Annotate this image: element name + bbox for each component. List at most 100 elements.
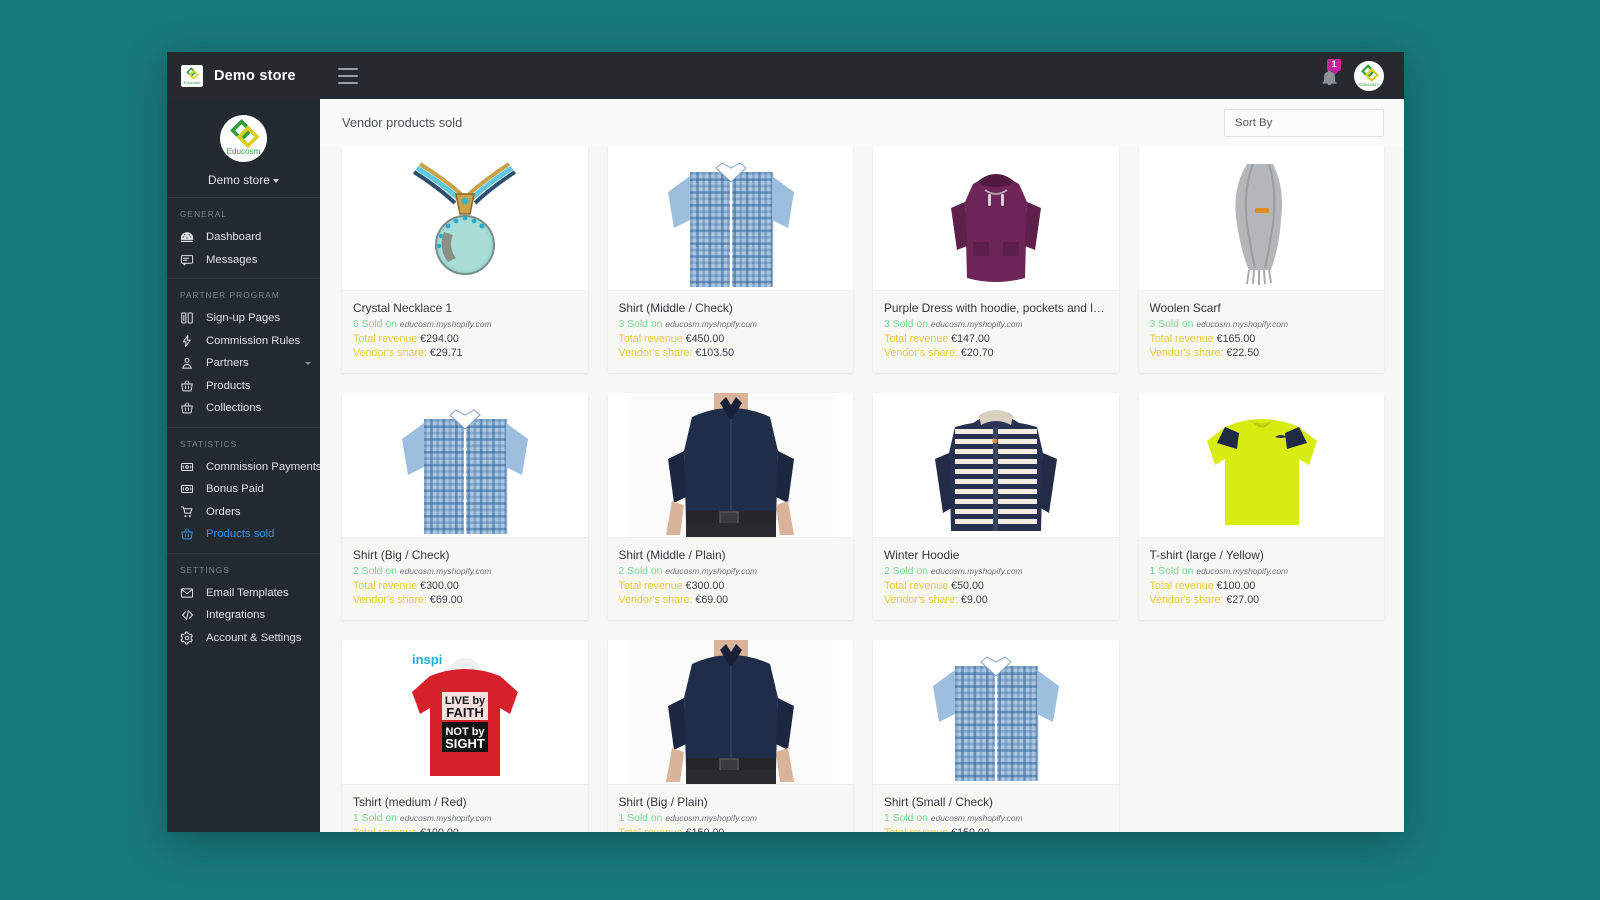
total-revenue-value: €100.00 [1217,580,1256,592]
total-revenue-value: €294.00 [420,333,459,345]
shop-domain: educosm.myshopify.com [931,813,1023,823]
sidebar-item-account-settings[interactable]: Account & Settings [167,627,320,650]
product-card[interactable]: Shirt (Big / Check)2 Sold oneducosm.mysh… [342,393,588,620]
total-revenue-label: Total revenue [884,333,948,345]
product-card[interactable]: Shirt (Middle / Check) 3 Sold oneducosm.m… [608,146,854,373]
navy-plain-shirt-model-image [608,640,854,784]
total-revenue-value: €300.00 [420,580,459,592]
sidebar-item-email-templates[interactable]: Email Templates [167,582,320,605]
sidebar-item-sign-up-pages[interactable]: Sign-up Pages [167,307,320,330]
sort-by-label: Sort By [1235,117,1272,129]
sidebar-item-integrations[interactable]: Integrations [167,604,320,627]
user-avatar-educosm-icon[interactable]: Educosm [1354,61,1384,91]
vendor-share-label: Vendor's share: [619,347,693,359]
sidebar-item-commission-payments[interactable]: Commission Payments [167,456,320,479]
total-revenue-label: Total revenue [1150,333,1214,345]
product-vendor-share: Vendor's share: €20.70 [884,347,1108,359]
total-revenue-label: Total revenue [353,827,417,832]
sidebar-item-products-sold[interactable]: Products sold [167,523,320,546]
product-card[interactable]: Crystal Necklace 16 Sold oneducosm.mysho… [342,146,588,373]
total-revenue-value: €147.00 [951,333,990,345]
educosm-logo-icon: Educosm [181,65,203,87]
product-sold-count: 6 Sold oneducosm.myshopify.com [353,319,577,330]
product-title: Shirt (Big / Plain) [619,795,843,809]
svg-text:SIGHT: SIGHT [445,736,485,751]
sidebar-item-commission-rules[interactable]: Commission Rules [167,330,320,353]
sidebar: Educosm Demo store GENERALDashboardMessa… [167,99,320,832]
sidebar-store-switcher[interactable]: Demo store [167,173,320,187]
shop-domain: educosm.myshopify.com [665,319,757,329]
total-revenue-label: Total revenue [353,333,417,345]
sidebar-item-messages[interactable]: Messages [167,249,320,272]
sidebar-item-bonus-paid[interactable]: Bonus Paid [167,478,320,501]
sold-count-text: 3 Sold on [619,319,663,330]
notification-bell-icon[interactable]: 1 [1320,64,1340,88]
product-vendor-share: Vendor's share: €9.00 [884,594,1108,606]
product-card[interactable]: inspi LIVE by FAITH NOT by SIGHT Tshirt … [342,640,588,832]
total-revenue-value: €300.00 [686,580,725,592]
product-card[interactable]: Shirt (Small / Check)1 Sold oneducosm.my… [873,640,1119,832]
svg-text:FAITH: FAITH [446,705,484,720]
app-window: Educosm Demo store 1 [167,52,1404,832]
product-card[interactable]: Shirt (Middle / Plain)2 Sold oneducosm.m… [608,393,854,620]
product-sold-count: 2 Sold oneducosm.myshopify.com [884,566,1108,577]
sidebar-section-partner-program: PARTNER PROGRAMSign-up PagesCommission R… [167,278,320,427]
total-revenue-value: €50.00 [951,580,984,592]
money-bill-icon [180,460,197,474]
products-scroll-area[interactable]: Crystal Necklace 16 Sold oneducosm.mysho… [320,146,1404,832]
product-card[interactable]: Shirt (Big / Plain) 1 Sold oneducosm.mysh… [608,640,854,832]
product-title: Shirt (Big / Check) [353,548,577,562]
product-card[interactable]: T-shirt (large / Yellow)1 Sold oneducosm… [1139,393,1385,620]
product-card[interactable]: Winter Hoodie 2 Sold oneducosm.myshopify.… [873,393,1119,620]
vendor-share-label: Vendor's share: [619,594,693,606]
sort-by-select[interactable]: Sort By [1224,109,1384,137]
pages-icon [180,311,197,325]
product-card[interactable]: Purple Dress with hoodie, pockets and lo… [873,146,1119,373]
sidebar-section-heading: SETTINGS [167,563,320,582]
main-header: Vendor products sold Sort By [320,99,1404,146]
shop-domain: educosm.myshopify.com [931,319,1023,329]
lightning-bolt-icon [180,334,197,348]
product-card[interactable]: Woolen Scarf3 Sold oneducosm.myshopify.c… [1139,146,1385,373]
product-total-revenue: Total revenue €165.00 [1150,333,1374,345]
product-title: Tshirt (medium / Red) [353,795,577,809]
sidebar-section-general: GENERALDashboardMessages [167,197,320,278]
sold-count-text: 6 Sold on [353,319,397,330]
total-revenue-value: €450.00 [686,333,725,345]
sidebar-item-label: Integrations [206,609,265,621]
product-vendor-share: Vendor's share: €69.00 [353,594,577,606]
product-total-revenue: Total revenue €100.00 [353,827,577,832]
product-total-revenue: Total revenue €300.00 [353,580,577,592]
brand-area[interactable]: Educosm Demo store [167,65,320,87]
sidebar-item-partners[interactable]: Partners [167,352,320,375]
total-revenue-label: Total revenue [619,827,683,832]
product-title: Winter Hoodie [884,548,1108,562]
vendor-share-label: Vendor's share: [884,347,958,359]
svg-text:Educosm: Educosm [1359,81,1379,87]
sidebar-item-orders[interactable]: Orders [167,501,320,524]
shop-domain: educosm.myshopify.com [1196,566,1288,576]
sidebar-section-heading: PARTNER PROGRAM [167,288,320,307]
sidebar-profile[interactable]: Educosm Demo store [167,99,320,197]
total-revenue-value: €100.00 [420,827,459,832]
shop-domain: educosm.myshopify.com [1196,319,1288,329]
sold-count-text: 3 Sold on [884,319,928,330]
page-title: Vendor products sold [342,115,462,130]
sold-count-text: 1 Sold on [884,813,928,824]
product-sold-count: 1 Sold oneducosm.myshopify.com [353,813,577,824]
product-sold-count: 1 Sold oneducosm.myshopify.com [619,813,843,824]
hamburger-menu-icon[interactable] [338,68,358,84]
sold-count-text: 1 Sold on [353,813,397,824]
sold-count-text: 3 Sold on [1150,319,1194,330]
sidebar-item-collections[interactable]: Collections [167,397,320,420]
sidebar-item-dashboard[interactable]: Dashboard [167,226,320,249]
partners-user-icon [180,356,197,370]
shop-domain: educosm.myshopify.com [665,566,757,576]
sidebar-item-products[interactable]: Products [167,375,320,398]
product-title: Shirt (Middle / Check) [619,301,843,315]
total-revenue-value: €150.00 [951,827,990,832]
product-total-revenue: Total revenue €300.00 [619,580,843,592]
yellow-tshirt-image [1139,393,1385,537]
vendor-share-value: €20.70 [961,347,994,359]
crystal-necklace-image [342,146,588,290]
